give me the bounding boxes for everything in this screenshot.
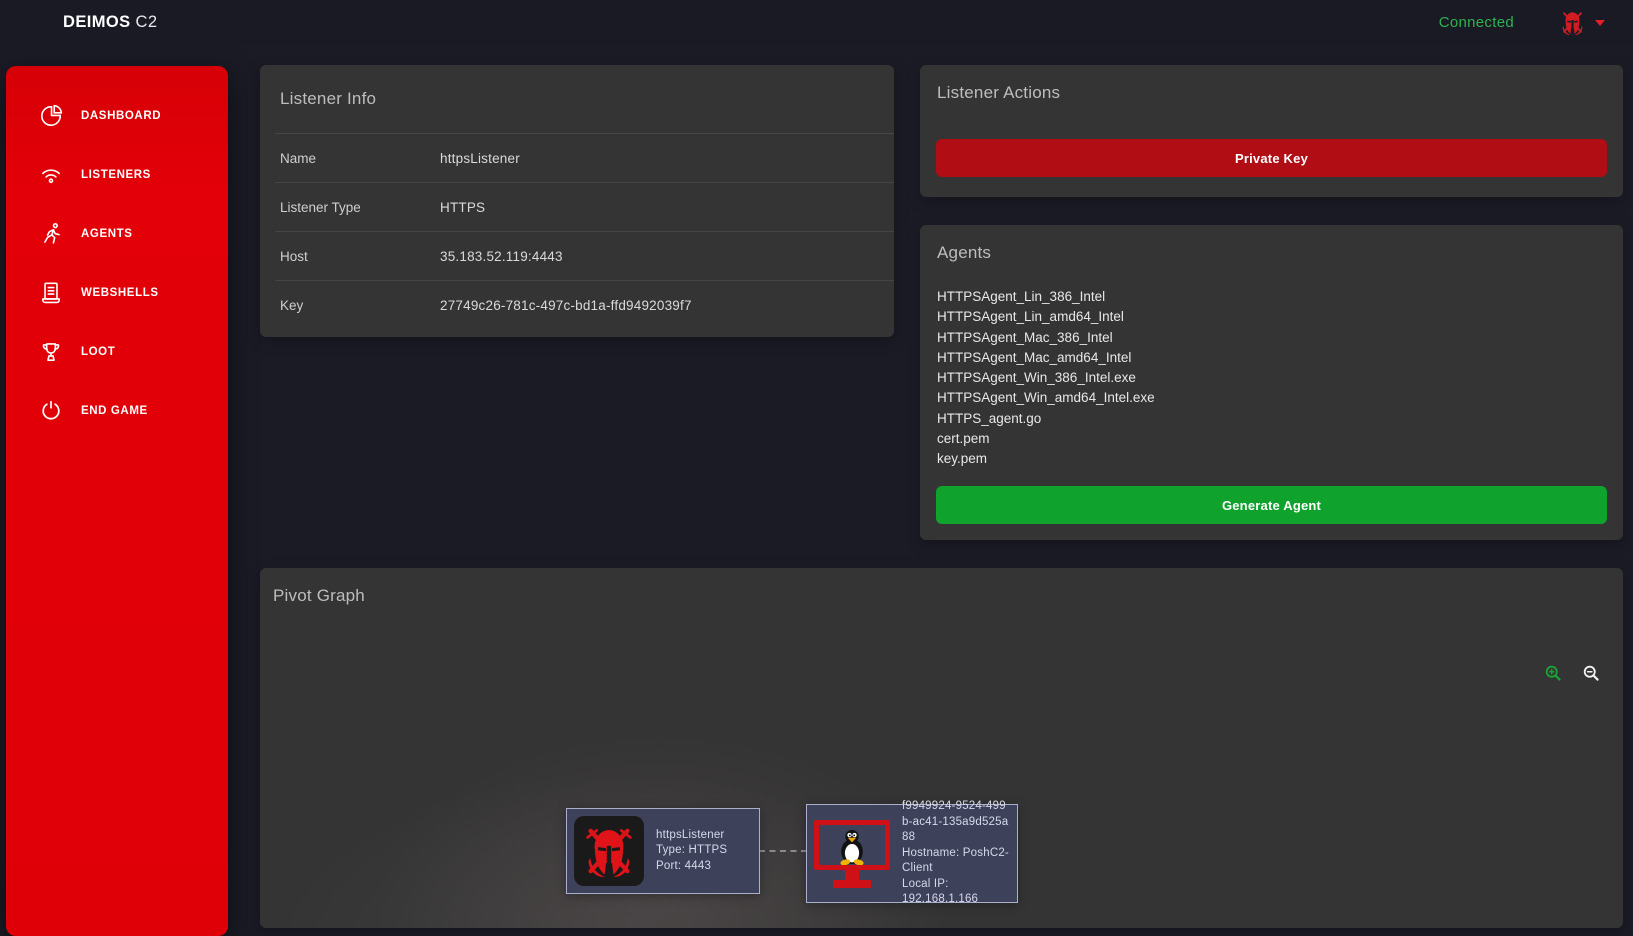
sidebar-nav: DASHBOARD LISTENERS AGENTS WEBSHELLS LOO…: [6, 66, 228, 936]
sidebar-item-webshells[interactable]: WEBSHELLS: [6, 263, 228, 322]
info-value: 27749c26-781c-497c-bd1a-ffd9492039f7: [440, 297, 692, 313]
spartan-helmet-icon: [574, 816, 644, 886]
info-label: Listener Type: [280, 199, 361, 215]
connection-status: Connected: [1438, 14, 1514, 31]
monitor-base: [833, 879, 871, 888]
agent-file[interactable]: HTTPSAgent_Mac_amd64_Intel: [937, 348, 1606, 368]
magnifier-minus-icon: [1583, 665, 1599, 681]
document-icon: [37, 279, 64, 306]
listener-node-name: httpsListener: [656, 828, 725, 841]
graph-node-listener[interactable]: httpsListener Type: HTTPS Port: 4443: [566, 808, 760, 894]
pivot-graph-panel: Pivot Graph httpsListener Type: HTTPS Po…: [260, 568, 1623, 928]
info-value: HTTPS: [440, 199, 486, 215]
sidebar-item-label: DASHBOARD: [81, 109, 162, 122]
monitor-screen: [814, 819, 890, 870]
graph-node-agent[interactable]: f9949924-9524-499b-ac41-135a9d525a88 Hos…: [806, 800, 1018, 905]
agent-node-details: f9949924-9524-499b-ac41-135a9d525a88 Hos…: [902, 799, 1010, 908]
agent-file[interactable]: key.pem: [937, 449, 1606, 469]
spartan-helmet-icon: [1562, 12, 1583, 35]
listener-info-panel: Listener Info Name httpsListener Listene…: [260, 65, 894, 337]
listener-info-header: Listener Info: [275, 65, 894, 134]
info-row-listener-type: Listener Type HTTPS: [275, 183, 894, 232]
sidebar-item-end-game[interactable]: END GAME: [6, 381, 228, 440]
pie-chart-icon: [37, 102, 64, 129]
info-value: 35.183.52.119:4443: [440, 248, 563, 264]
topbar-right-group: Connected: [1439, 8, 1605, 37]
agent-file[interactable]: HTTPSAgent_Win_amd64_Intel.exe: [937, 388, 1606, 408]
sidebar-item-label: LOOT: [81, 345, 116, 358]
listener-actions-panel: Listener Actions Private Key: [920, 65, 1623, 197]
info-value: httpsListener: [440, 150, 520, 166]
panel-title: Listener Info: [280, 89, 377, 108]
generate-agent-button[interactable]: Generate Agent: [936, 486, 1607, 524]
agent-node-id: f9949924-9524-499b-ac41-135a9d525a88: [902, 800, 1009, 844]
sidebar-item-loot[interactable]: LOOT: [6, 322, 228, 381]
panel-title: Listener Actions: [937, 83, 1061, 102]
running-person-icon: [37, 220, 64, 247]
app-title-secondary: C2: [135, 13, 158, 31]
sidebar-item-label: WEBSHELLS: [81, 286, 159, 299]
info-label: Name: [280, 150, 317, 166]
sidebar-item-listeners[interactable]: LISTENERS: [6, 145, 228, 204]
info-row-key: Key 27749c26-781c-497c-bd1a-ffd9492039f7: [275, 281, 894, 329]
info-row-host: Host 35.183.52.119:4443: [275, 232, 894, 281]
agent-file[interactable]: HTTPSAgent_Lin_amd64_Intel: [937, 307, 1606, 327]
agent-file[interactable]: HTTPSAgent_Lin_386_Intel: [937, 287, 1606, 307]
sidebar-item-label: LISTENERS: [81, 168, 151, 181]
agent-file[interactable]: cert.pem: [937, 429, 1606, 449]
panel-title: Pivot Graph: [273, 586, 365, 605]
info-row-name: Name httpsListener: [275, 134, 894, 183]
panel-title: Agents: [937, 243, 992, 262]
agent-file[interactable]: HTTPSAgent_Mac_386_Intel: [937, 328, 1606, 348]
app-title: DEIMOS C2: [63, 13, 157, 32]
agent-node-local-ip: Local IP: 192.168.1.166: [902, 877, 979, 906]
listener-node-details: httpsListener Type: HTTPS Port: 4443: [656, 828, 727, 875]
zoom-in-button[interactable]: [1544, 664, 1562, 682]
power-icon: [37, 397, 64, 424]
listener-node-type: Type: HTTPS: [656, 844, 728, 857]
app-title-primary: DEIMOS: [63, 13, 131, 31]
zoom-out-button[interactable]: [1582, 664, 1600, 682]
linux-tux-monitor-icon: [814, 819, 890, 888]
chevron-down-icon[interactable]: [1595, 19, 1605, 26]
trophy-icon: [37, 338, 64, 365]
top-bar: DEIMOS C2 Connected: [0, 0, 1633, 45]
user-menu-button[interactable]: [1558, 8, 1587, 37]
info-label: Host: [280, 248, 308, 264]
sidebar-item-dashboard[interactable]: DASHBOARD: [6, 86, 228, 145]
sidebar-item-label: AGENTS: [81, 227, 133, 240]
sidebar-item-agents[interactable]: AGENTS: [6, 204, 228, 263]
info-label: Key: [280, 297, 304, 313]
magnifier-plus-icon: [1545, 665, 1561, 681]
agent-node-hostname: Hostname: PoshC2-Client: [902, 846, 1009, 875]
sidebar-item-label: END GAME: [81, 404, 148, 417]
graph-edge: [759, 850, 807, 852]
wifi-icon: [37, 161, 64, 188]
agent-file-list: HTTPSAgent_Lin_386_Intel HTTPSAgent_Lin_…: [937, 287, 1606, 470]
monitor-stand: [845, 869, 859, 880]
agent-file[interactable]: HTTPS_agent.go: [937, 409, 1606, 429]
listener-node-port: Port: 4443: [656, 859, 712, 872]
agents-panel: Agents HTTPSAgent_Lin_386_Intel HTTPSAge…: [920, 225, 1623, 540]
private-key-button[interactable]: Private Key: [936, 139, 1607, 177]
agent-file[interactable]: HTTPSAgent_Win_386_Intel.exe: [937, 368, 1606, 388]
